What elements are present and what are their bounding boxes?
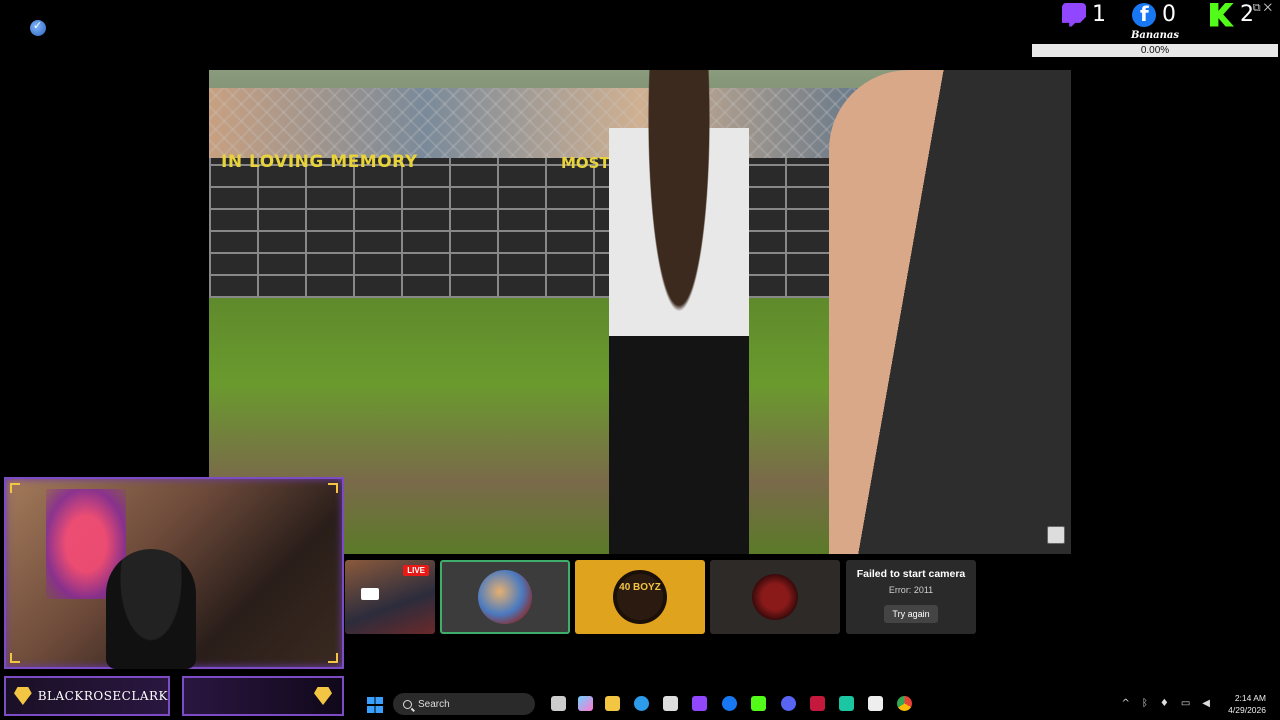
thumbnail-selected[interactable] [440, 560, 570, 634]
edge-icon[interactable] [634, 696, 649, 711]
kick-counter: 2 [1210, 2, 1254, 27]
taskbar-clock[interactable]: 2:14 AM 4/29/2026 [1228, 692, 1266, 716]
camera-error-code: Error: 2011 [888, 585, 934, 595]
network-icon[interactable]: ▭ [1181, 698, 1190, 709]
streamer-name-plate: BLACKROSECLARK [4, 676, 170, 716]
goal-percent: 0.00% [1140, 45, 1170, 56]
app-badge-icon [30, 19, 46, 36]
camera-error-panel: Failed to start camera Error: 2011 Try a… [846, 560, 976, 634]
clock-date: 4/29/2026 [1228, 705, 1266, 715]
frame-corner-icon [10, 653, 20, 663]
screen-icon [361, 588, 379, 600]
twitch-app-icon[interactable] [692, 696, 707, 711]
tiktok-icon[interactable] [868, 696, 883, 711]
store-icon[interactable] [663, 696, 678, 711]
volume-icon[interactable]: ◀ [1202, 698, 1210, 709]
twitch-counter: 1 [1062, 2, 1106, 27]
windows-start-icon[interactable] [367, 697, 383, 713]
channel-avatar: 40 BOYZ [613, 570, 667, 624]
diamond-icon [314, 687, 332, 705]
bluetooth-icon[interactable]: ᛒ [1142, 698, 1148, 709]
chat-app-icon[interactable] [839, 696, 854, 711]
frame-corner-icon [328, 483, 338, 493]
webcam-person [106, 549, 196, 669]
facebook-app-icon[interactable] [722, 696, 737, 711]
goal-label: Bananas [1130, 30, 1180, 41]
system-tray: ^ ᛒ ♦ ▭ ◀ [1121, 698, 1210, 709]
video-banner-left: IN LOVING MEMORY [221, 152, 418, 172]
facebook-counter: 0 [1132, 2, 1176, 27]
diamond-icon [14, 687, 32, 705]
social-counters: 1 0 2 Bananas 0.00% [1030, 0, 1280, 58]
file-explorer-icon[interactable] [605, 696, 620, 711]
live-badge: LIVE [403, 565, 429, 576]
facebook-count: 0 [1162, 2, 1176, 27]
window-controls[interactable]: ⧉ ✕ [1253, 2, 1272, 15]
camera-error-title: Failed to start camera [856, 568, 966, 580]
search-label: Search [418, 698, 450, 710]
chrome-icon[interactable] [897, 696, 912, 711]
thumbnail-live-stream[interactable]: LIVE [345, 560, 435, 634]
copilot-icon[interactable] [578, 696, 593, 711]
webcam-overlay [4, 477, 344, 669]
thumbnail-channel[interactable] [710, 560, 840, 634]
search-icon [403, 699, 412, 709]
frame-corner-icon [10, 483, 20, 493]
taskbar-search[interactable]: Search [393, 693, 535, 715]
video-brick-wall [209, 158, 859, 298]
try-again-button[interactable]: Try again [884, 605, 938, 623]
video-watermark-icon [1047, 526, 1065, 544]
streaming-app-icon[interactable] [810, 696, 825, 711]
frame-corner-icon [328, 653, 338, 663]
streamer-name: BLACKROSECLARK [37, 689, 168, 703]
twitch-count: 1 [1092, 2, 1106, 27]
kick-icon [1210, 2, 1234, 27]
facebook-icon [1132, 2, 1156, 27]
avatar-logo-text: 40 BOYZ [619, 582, 661, 593]
clock-time: 2:14 AM [1234, 693, 1266, 703]
goal-progress-bar: 0.00% [1032, 44, 1278, 57]
discord-icon[interactable] [781, 696, 796, 711]
video-person-left [609, 70, 749, 554]
video-person-right [829, 70, 1071, 554]
twitch-icon [1062, 2, 1086, 27]
kick-app-icon[interactable] [751, 696, 766, 711]
channel-avatar [478, 570, 532, 624]
name-plate-decor [182, 676, 344, 716]
task-view-icon[interactable] [551, 696, 566, 711]
chevron-up-icon[interactable]: ^ [1121, 698, 1129, 709]
channel-avatar [752, 574, 798, 620]
taskbar: Search ^ ᛒ ♦ ▭ ◀ 2:14 AM 4/29/2026 [345, 688, 1280, 720]
microphone-icon[interactable]: ♦ [1160, 698, 1169, 709]
thumbnail-40-boyz[interactable]: 40 BOYZ [575, 560, 705, 634]
